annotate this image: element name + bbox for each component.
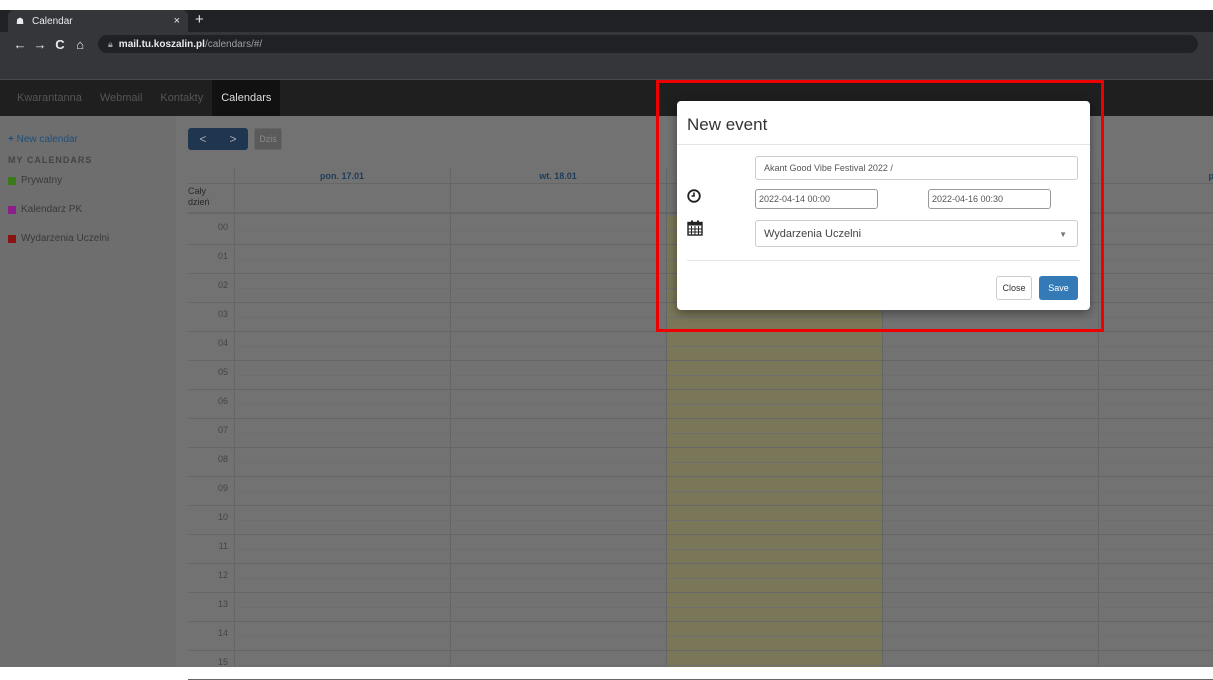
hour-row[interactable]: 12 [188,564,1213,593]
new-calendar-link[interactable]: + New calendar [8,134,168,145]
lock-icon: 🔒︎ [108,38,113,49]
hour-label: 07 [217,425,228,435]
all-day-label-line2: dzień [188,197,210,207]
hour-label: 00 [217,222,228,232]
hour-row[interactable]: 10 [188,506,1213,535]
hour-row[interactable]: 09 [188,477,1213,506]
reload-button[interactable]: C [50,37,70,52]
hour-label: 14 [217,628,228,638]
plus-icon: + [8,134,14,145]
favicon-icon: ☗ [16,16,25,26]
address-bar[interactable]: 🔒︎ mail.tu.koszalin.pl /calendars/#/ [98,35,1198,53]
browser-toolbar: ← → C ⌂ 🔒︎ mail.tu.koszalin.pl /calendar… [0,32,1213,56]
day-header: wt. 18.01 [539,171,577,181]
back-button[interactable]: ← [10,37,30,52]
hour-label: 02 [217,280,228,290]
bookmarks-bar [0,56,1213,80]
hour-row[interactable]: 07 [188,419,1213,448]
hour-label: 12 [217,570,228,580]
screen-top-bar [0,0,1213,10]
nav-webmail[interactable]: Webmail [91,80,152,116]
column-separator [450,168,451,667]
tab-title: Calendar [32,15,73,27]
calendar-label: Wydarzenia Uczelni [21,233,110,244]
calendar-item-kalendarz-pk[interactable]: Kalendarz PK [8,204,168,215]
new-tab-button[interactable]: + [195,11,204,28]
nav-calendars[interactable]: Calendars [212,80,281,116]
calendar-toolbar: < > Dziś [188,128,282,150]
hour-label: 05 [217,367,228,377]
hour-row[interactable]: 11 [188,535,1213,564]
hour-label: 10 [217,512,228,522]
hour-row[interactable]: 05 [188,361,1213,390]
hour-label: 04 [217,338,228,348]
week-nav-group: < > [188,128,248,150]
calendar-color-swatch [8,205,16,214]
tab-close-icon[interactable]: × [174,15,180,27]
hour-label: 06 [217,396,228,406]
hour-label: 13 [217,599,228,609]
hour-row[interactable]: 08 [188,448,1213,477]
column-separator [234,168,235,667]
calendar-item-prywatny[interactable]: Prywatny [8,175,168,186]
next-week-button[interactable]: > [218,128,248,150]
day-header: pt. 21 [1208,171,1213,181]
hour-label: 11 [218,541,228,551]
calendar-item-wydarzenia-uczelni[interactable]: Wydarzenia Uczelni [8,233,168,244]
url-path: /calendars/#/ [204,38,263,50]
all-day-label-line1: Cały [188,186,207,196]
home-button[interactable]: ⌂ [70,37,90,52]
calendar-color-swatch [8,176,16,185]
calendar-color-swatch [8,234,16,243]
hour-label: 03 [217,309,228,319]
today-button[interactable]: Dziś [254,128,282,150]
new-calendar-label: New calendar [16,134,78,145]
hour-row[interactable]: 06 [188,390,1213,419]
nav-kontakty[interactable]: Kontakty [151,80,212,116]
sidebar: + New calendar MY CALENDARS Prywatny Kal… [0,116,176,667]
day-header: pon. 17.01 [319,171,364,181]
calendar-label: Kalendarz PK [21,204,83,215]
url-host: mail.tu.koszalin.pl [118,38,205,50]
calendar-label: Prywatny [21,175,63,186]
browser-tabbar: ☗ Calendar × + [0,10,1213,32]
nav-kwarantanna[interactable]: Kwarantanna [8,80,91,116]
hour-row[interactable]: 13 [188,593,1213,622]
red-highlight-box [656,80,1104,332]
all-day-label: Cały dzień [188,186,210,208]
hour-label: 15 [217,657,228,667]
hour-label: 08 [217,454,228,464]
hour-row[interactable]: 04 [188,332,1213,361]
hour-label: 09 [217,483,228,493]
browser-tab[interactable]: ☗ Calendar × [8,10,188,32]
prev-week-button[interactable]: < [188,128,218,150]
forward-button[interactable]: → [30,37,50,52]
my-calendars-heading: MY CALENDARS [8,155,93,165]
hour-row[interactable]: 15 [188,651,1213,680]
hour-row[interactable]: 14 [188,622,1213,651]
hour-label: 01 [217,251,228,261]
